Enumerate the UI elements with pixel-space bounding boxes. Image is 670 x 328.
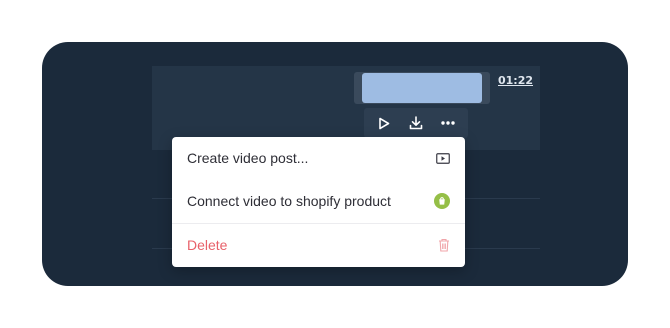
play-button[interactable] — [373, 112, 395, 134]
trash-icon — [439, 238, 449, 252]
more-icon — [441, 121, 455, 125]
download-button[interactable] — [405, 112, 427, 134]
video-timeline-track[interactable] — [354, 72, 490, 104]
video-post-icon — [436, 152, 450, 164]
video-thumbnail-strip[interactable] — [362, 73, 482, 103]
context-menu: Create video post... Connect video to sh… — [172, 137, 465, 267]
menu-item-label: Connect video to shopify product — [187, 193, 391, 209]
menu-item-create-video-post[interactable]: Create video post... — [172, 137, 465, 179]
video-actions-bar — [364, 108, 468, 138]
shopify-icon — [434, 193, 450, 209]
menu-item-label: Delete — [187, 237, 228, 253]
more-options-button[interactable] — [437, 112, 459, 134]
play-icon — [379, 117, 390, 129]
menu-item-connect-shopify[interactable]: Connect video to shopify product — [172, 180, 465, 222]
download-icon — [409, 116, 423, 130]
video-duration: 01:22 — [498, 74, 534, 87]
menu-item-delete[interactable]: Delete — [172, 224, 465, 266]
menu-item-label: Create video post... — [187, 150, 309, 166]
